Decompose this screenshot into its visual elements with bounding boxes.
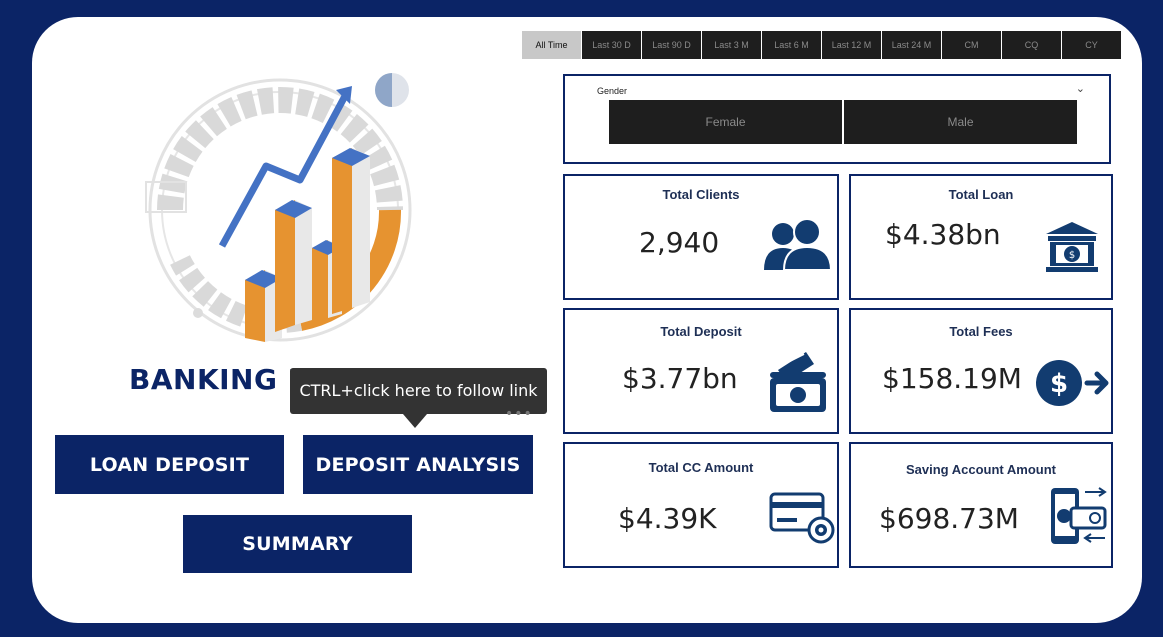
tab-cm[interactable]: CM — [942, 31, 1001, 59]
tab-last-12-m[interactable]: Last 12 M — [822, 31, 881, 59]
kpi-value: $4.38bn — [885, 218, 1001, 251]
tooltip-arrow — [403, 414, 427, 428]
gender-slicer: Gender ⌄ Female Male — [563, 74, 1111, 164]
tab-last-24-m[interactable]: Last 24 M — [882, 31, 941, 59]
tab-cq[interactable]: CQ — [1002, 31, 1061, 59]
mobile-payment-icon — [1051, 487, 1107, 544]
brand-title: BANKING D — [129, 363, 312, 396]
kpi-card-total-clients: Total Clients 2,940 — [563, 174, 839, 300]
tab-last-30-d[interactable]: Last 30 D — [582, 31, 641, 59]
kpi-card-total-deposit: Total Deposit $3.77bn — [563, 308, 839, 434]
gender-label: Gender — [597, 86, 628, 96]
kpi-card-total-loan: Total Loan $4.38bn $ — [849, 174, 1113, 300]
bank-icon: $ — [1046, 222, 1098, 272]
growth-chart-illustration — [145, 73, 412, 342]
credit-card-icon — [769, 492, 835, 544]
kpi-title: Saving Account Amount — [906, 462, 1056, 477]
loan-deposit-button[interactable]: LOAN DEPOSIT — [55, 435, 284, 494]
more-options-icon[interactable]: ••• — [505, 406, 533, 422]
kpi-value: $4.39K — [618, 502, 717, 535]
tab-all-time[interactable]: All Time — [522, 31, 581, 59]
time-filter-tabs: All Time Last 30 D Last 90 D Last 3 M La… — [522, 31, 1122, 59]
tab-last-90-d[interactable]: Last 90 D — [642, 31, 701, 59]
kpi-value: $3.77bn — [622, 362, 738, 395]
kpi-title: Total Deposit — [660, 324, 742, 339]
tab-last-3-m[interactable]: Last 3 M — [702, 31, 761, 59]
kpi-value: $698.73M — [879, 502, 1019, 535]
kpi-title: Total CC Amount — [648, 460, 754, 475]
kpi-title: Total Loan — [948, 187, 1014, 202]
kpi-value: 2,940 — [639, 226, 720, 259]
svg-text:$: $ — [1069, 250, 1075, 261]
chevron-down-icon[interactable]: ⌄ — [1076, 82, 1085, 95]
kpi-title: Total Fees — [949, 324, 1013, 339]
gender-option-female[interactable]: Female — [609, 100, 842, 144]
kpi-title: Total Clients — [662, 187, 740, 202]
svg-text:$: $ — [1050, 369, 1068, 399]
gender-option-male[interactable]: Male — [844, 100, 1077, 144]
deposit-analysis-button[interactable]: DEPOSIT ANALYSIS — [303, 435, 533, 494]
dollar-arrow-icon: $ — [1036, 360, 1109, 406]
summary-button[interactable]: SUMMARY — [183, 515, 412, 573]
kpi-card-total-cc-amount: Total CC Amount $4.39K — [563, 442, 839, 568]
users-icon — [764, 218, 833, 271]
kpi-value: $158.19M — [882, 362, 1022, 395]
cash-deposit-icon — [770, 352, 826, 412]
tab-cy[interactable]: CY — [1062, 31, 1121, 59]
kpi-card-saving-account-amount: Saving Account Amount $698.73M — [849, 442, 1113, 568]
tab-last-6-m[interactable]: Last 6 M — [762, 31, 821, 59]
kpi-card-total-fees: Total Fees $158.19M $ — [849, 308, 1113, 434]
